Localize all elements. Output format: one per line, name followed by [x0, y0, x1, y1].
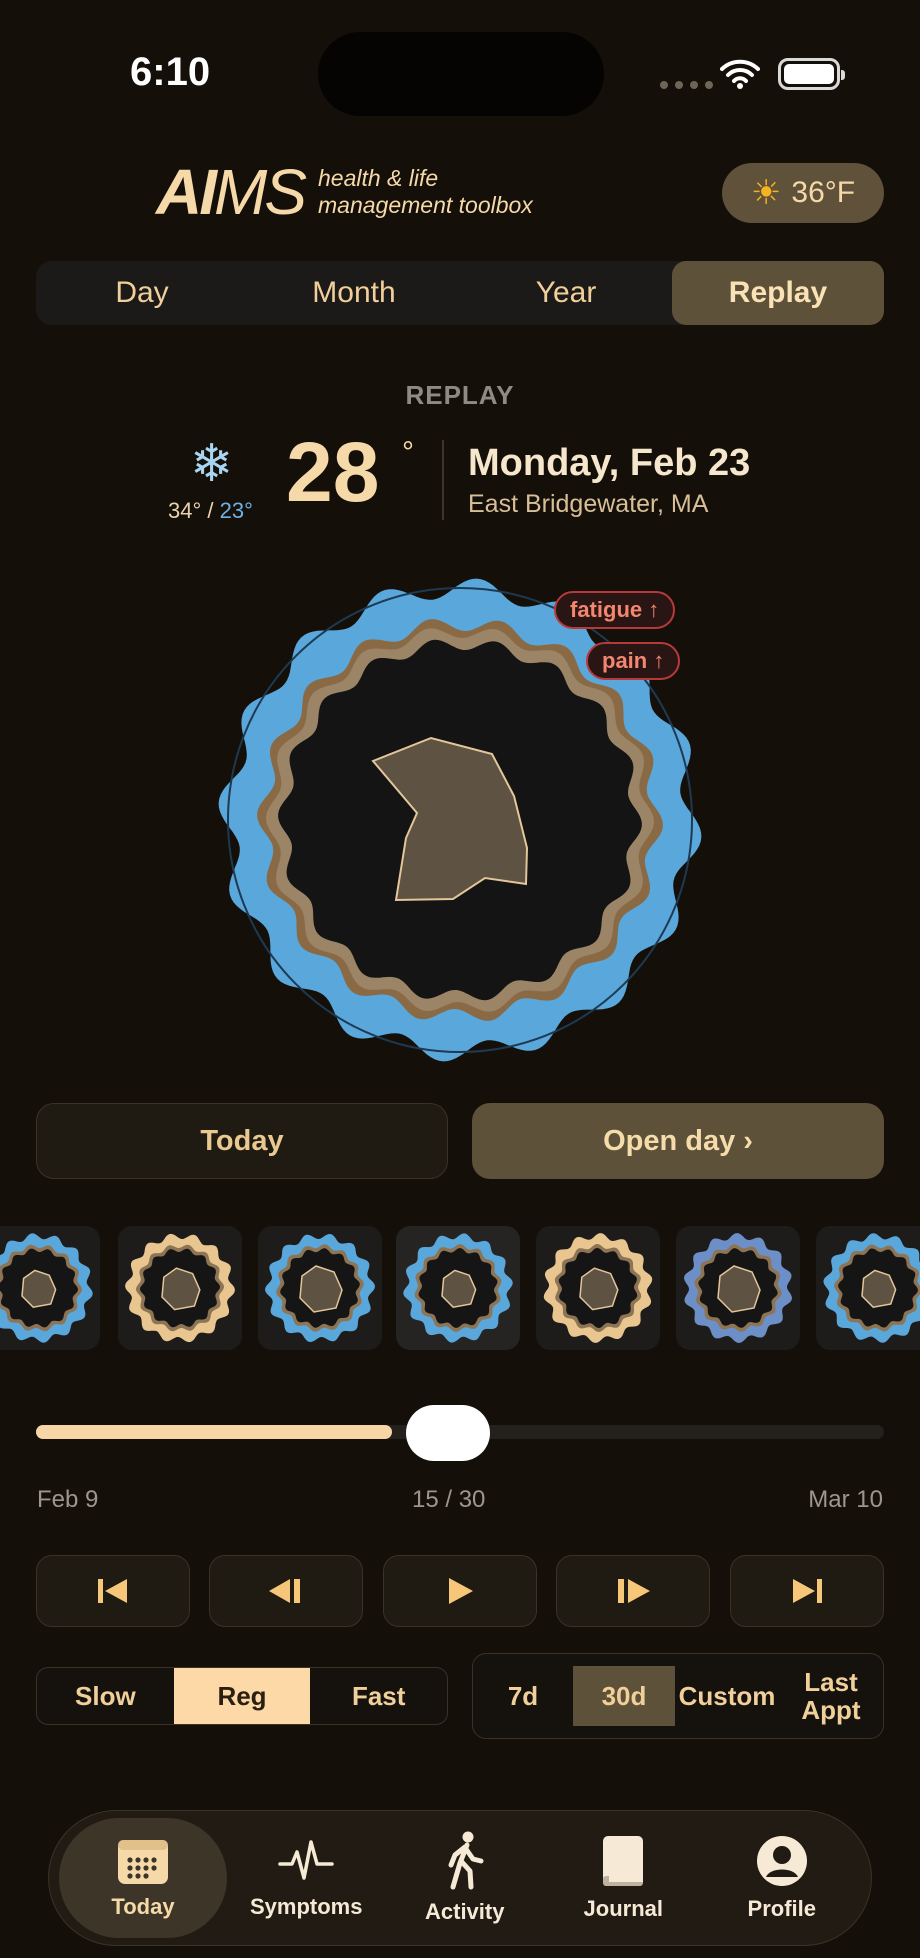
symptom-tag-fatigue[interactable]: fatigue ↑ [554, 591, 676, 629]
view-segmented-control: Day Month Year Replay [36, 261, 884, 325]
signal-icon [660, 81, 713, 89]
tab-day[interactable]: Day [36, 261, 248, 325]
range-custom[interactable]: Custom [675, 1666, 779, 1726]
divider [442, 440, 444, 520]
tabbar-label: Profile [747, 1896, 816, 1921]
current-weather-pill[interactable]: ☀ 36°F [722, 163, 884, 223]
skip-to-end-button[interactable] [730, 1555, 884, 1627]
day-temp: 28 [286, 425, 380, 519]
day-thumbnail[interactable] [676, 1226, 800, 1350]
battery-icon [778, 58, 845, 90]
speed-selector: Slow Reg Fast [36, 1667, 448, 1725]
bottom-tab-bar: Today Symptoms Activity Journal Profile [48, 1810, 872, 1946]
snowflake-icon: ❄ [190, 435, 234, 493]
tab-month[interactable]: Month [248, 261, 460, 325]
pulse-icon [278, 1840, 334, 1880]
day-thumbnail[interactable] [536, 1226, 660, 1350]
tab-replay[interactable]: Replay [672, 261, 884, 325]
day-thumbnail[interactable] [816, 1226, 920, 1350]
speed-reg[interactable]: Reg [173, 1668, 311, 1724]
tabbar-activity[interactable]: Activity [386, 1818, 545, 1938]
day-thumbnail[interactable] [118, 1226, 242, 1350]
tabbar-today[interactable]: Today [59, 1818, 227, 1938]
speed-slow[interactable]: Slow [37, 1668, 174, 1724]
tabbar-label: Activity [425, 1899, 505, 1924]
thumbnail-ring [684, 1233, 792, 1343]
range-selector: 7d 30d Custom Last Appt [472, 1653, 884, 1739]
status-bar: 6:10 [0, 0, 920, 150]
open-day-button[interactable]: Open day › [472, 1103, 884, 1179]
dynamic-island [318, 32, 604, 116]
sun-icon: ☀ [750, 174, 782, 212]
thumbnail-ring [265, 1234, 375, 1342]
skip-to-start-icon [98, 1579, 127, 1603]
timeline-position-label: 15 / 30 [412, 1486, 486, 1513]
status-time: 6:10 [130, 50, 211, 94]
book-icon [603, 1836, 644, 1886]
day-thumbnail[interactable] [258, 1226, 382, 1350]
skip-to-end-icon [793, 1579, 822, 1603]
day-date: Monday, Feb 23 [468, 442, 751, 484]
range-7d[interactable]: 7d [473, 1666, 573, 1726]
play-button[interactable] [383, 1555, 537, 1627]
step-back-button[interactable] [209, 1555, 363, 1627]
app-logo: AIMS health & life management toolbox [156, 160, 533, 224]
day-thumbnail[interactable] [396, 1226, 520, 1350]
thumbnail-ring [0, 1233, 93, 1343]
play-icon [449, 1578, 473, 1604]
thumbnail-ring [125, 1233, 235, 1343]
step-back-icon [269, 1579, 300, 1603]
day-thumbnail-strip [0, 1222, 920, 1352]
tabbar-label: Journal [583, 1896, 663, 1921]
timeline-start-label: Feb 9 [37, 1486, 99, 1513]
tabbar-label: Today [111, 1894, 175, 1919]
temp-range: 34° / 23° [168, 498, 253, 523]
tab-year[interactable]: Year [460, 261, 672, 325]
calendar-icon [118, 1840, 168, 1884]
day-thumbnail[interactable] [0, 1226, 100, 1350]
symptom-tag-pain[interactable]: pain ↑ [586, 642, 681, 680]
tabbar-label: Symptoms [250, 1894, 363, 1919]
section-label: REPLAY [405, 380, 515, 410]
brand-wordmark: AIMS [156, 156, 307, 228]
person-icon [756, 1836, 807, 1886]
current-temp: 36°F [791, 176, 856, 209]
day-weather-summary: ❄ 34° / 23° 28 ° Monday, Feb 23 East Bri… [166, 425, 766, 532]
brand-tagline: health & life management toolbox [318, 165, 533, 218]
speed-fast[interactable]: Fast [310, 1668, 447, 1724]
wifi-icon [720, 59, 760, 89]
today-button[interactable]: Today [36, 1103, 448, 1179]
timeline-end-label: Mar 10 [808, 1486, 883, 1513]
step-forward-button[interactable] [556, 1555, 710, 1627]
thumbnail-ring [823, 1233, 920, 1343]
thumbnail-ring [403, 1233, 513, 1343]
skip-to-start-button[interactable] [36, 1555, 190, 1627]
degree-symbol: ° [402, 436, 414, 469]
day-location: East Bridgewater, MA [468, 490, 709, 518]
walking-icon [448, 1831, 484, 1890]
range-30d[interactable]: 30d [573, 1666, 675, 1726]
tabbar-journal[interactable]: Journal [544, 1818, 703, 1938]
step-forward-icon [618, 1579, 650, 1603]
timeline-knob[interactable] [406, 1405, 490, 1461]
tabbar-profile[interactable]: Profile [703, 1818, 862, 1938]
thumbnail-ring [543, 1233, 653, 1343]
range-last-appt[interactable]: Last Appt [779, 1666, 883, 1726]
tabbar-symptoms[interactable]: Symptoms [227, 1818, 386, 1938]
